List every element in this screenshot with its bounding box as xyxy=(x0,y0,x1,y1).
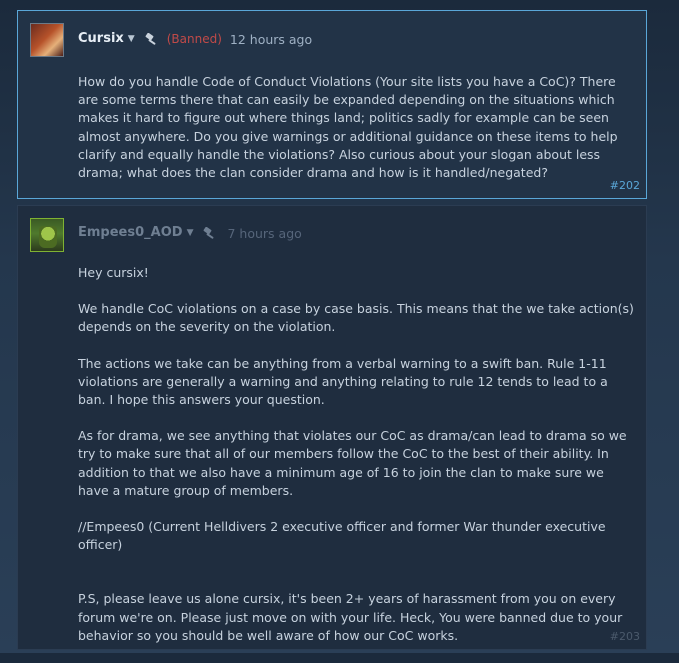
comment-body: Hey cursix! We handle CoC violations on … xyxy=(78,264,634,663)
comment-number[interactable]: #202 xyxy=(610,179,640,192)
comment-number[interactable]: #203 xyxy=(610,630,640,643)
comment-paragraph: The actions we take can be anything from… xyxy=(78,355,608,408)
comment-paragraph: We handle CoC violations on a case by ca… xyxy=(78,301,634,335)
avatar[interactable] xyxy=(30,23,64,57)
ban-hammer-icon xyxy=(143,32,161,46)
timestamp[interactable]: 12 hours ago xyxy=(230,32,312,47)
comment-paragraph: //Empees0 (Current Helldivers 2 executiv… xyxy=(78,519,606,553)
comment-203: Empees0_AOD ▼ 7 hours ago Hey cursix! We… xyxy=(17,205,647,650)
timestamp[interactable]: 7 hours ago xyxy=(227,226,301,241)
comment-paragraph: Hey cursix! xyxy=(78,265,149,280)
chevron-down-icon[interactable]: ▼ xyxy=(187,228,194,238)
avatar[interactable] xyxy=(30,218,64,252)
author-name[interactable]: Empees0_AOD xyxy=(78,225,183,241)
comment-paragraph: P.S, please leave us alone cursix, it's … xyxy=(78,591,623,643)
author-name[interactable]: Cursix xyxy=(78,31,124,47)
comment-body: How do you handle Code of Conduct Violat… xyxy=(78,73,634,200)
comment-header: Cursix ▼ (Banned) 12 hours ago xyxy=(78,31,312,47)
ban-hammer-icon xyxy=(201,226,219,240)
comment-text: How do you handle Code of Conduct Violat… xyxy=(78,74,618,181)
comment-header: Empees0_AOD ▼ 7 hours ago xyxy=(78,225,302,241)
chevron-down-icon[interactable]: ▼ xyxy=(128,34,135,44)
comment-paragraph: As for drama, we see anything that viola… xyxy=(78,428,627,498)
discussion-thread: Cursix ▼ (Banned) 12 hours ago How do yo… xyxy=(0,0,679,653)
comment-202: Cursix ▼ (Banned) 12 hours ago How do yo… xyxy=(17,10,647,199)
banned-label: (Banned) xyxy=(166,32,222,46)
